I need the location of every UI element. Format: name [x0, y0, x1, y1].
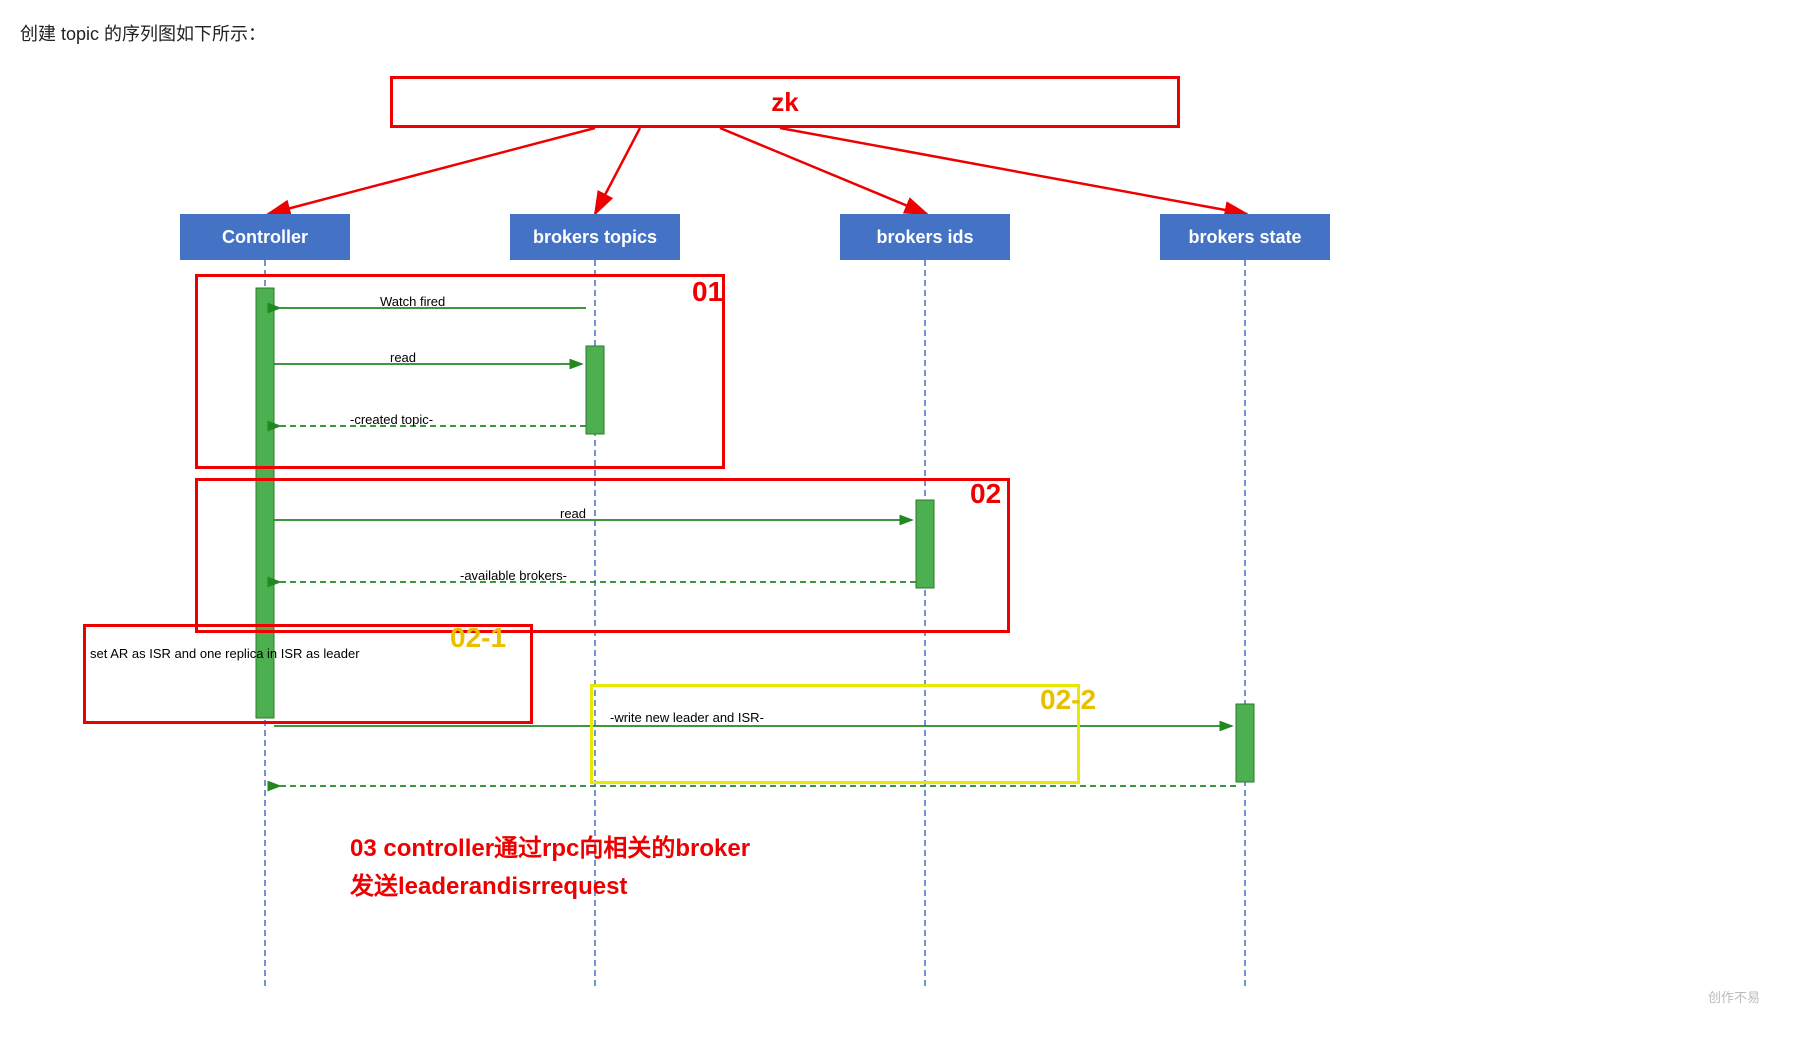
seq-label-021: 02-1	[450, 622, 506, 654]
watermark: 创作不易	[1708, 987, 1760, 1006]
seq-box-02	[195, 478, 1010, 633]
zk-box: zk	[390, 76, 1180, 128]
seq-box-01	[195, 274, 725, 469]
bottom-text-line1: 03 controller通过rpc向相关的broker	[350, 828, 750, 863]
page-title: 创建 topic 的序列图如下所示：	[20, 20, 1782, 46]
msg-read-2: read	[560, 506, 586, 521]
participant-brokers-state: brokers state	[1160, 214, 1330, 260]
set-ar-label: set AR as ISR and one replica in ISR as …	[90, 646, 360, 661]
seq-label-02: 02	[970, 478, 1001, 510]
msg-read-1: read	[390, 350, 416, 365]
msg-write-leader: -write new leader and ISR-	[610, 710, 764, 725]
seq-label-022: 02-2	[1040, 684, 1096, 716]
seq-label-01: 01	[692, 276, 723, 308]
msg-available-brokers: -available brokers-	[460, 568, 567, 583]
bottom-text-line2: 发送leaderandisrrequest	[350, 866, 627, 901]
page-container: 创建 topic 的序列图如下所示：	[0, 0, 1802, 1054]
msg-watch-fired: Watch fired	[380, 294, 445, 309]
msg-created-topic: -created topic-	[350, 412, 433, 427]
diagram-area: zk Controller brokers topics brokers ids…	[20, 66, 1780, 1026]
participant-brokers-topics: brokers topics	[510, 214, 680, 260]
participant-controller: Controller	[180, 214, 350, 260]
participant-brokers-ids: brokers ids	[840, 214, 1010, 260]
seq-box-022	[590, 684, 1080, 784]
zk-label: zk	[771, 87, 798, 118]
